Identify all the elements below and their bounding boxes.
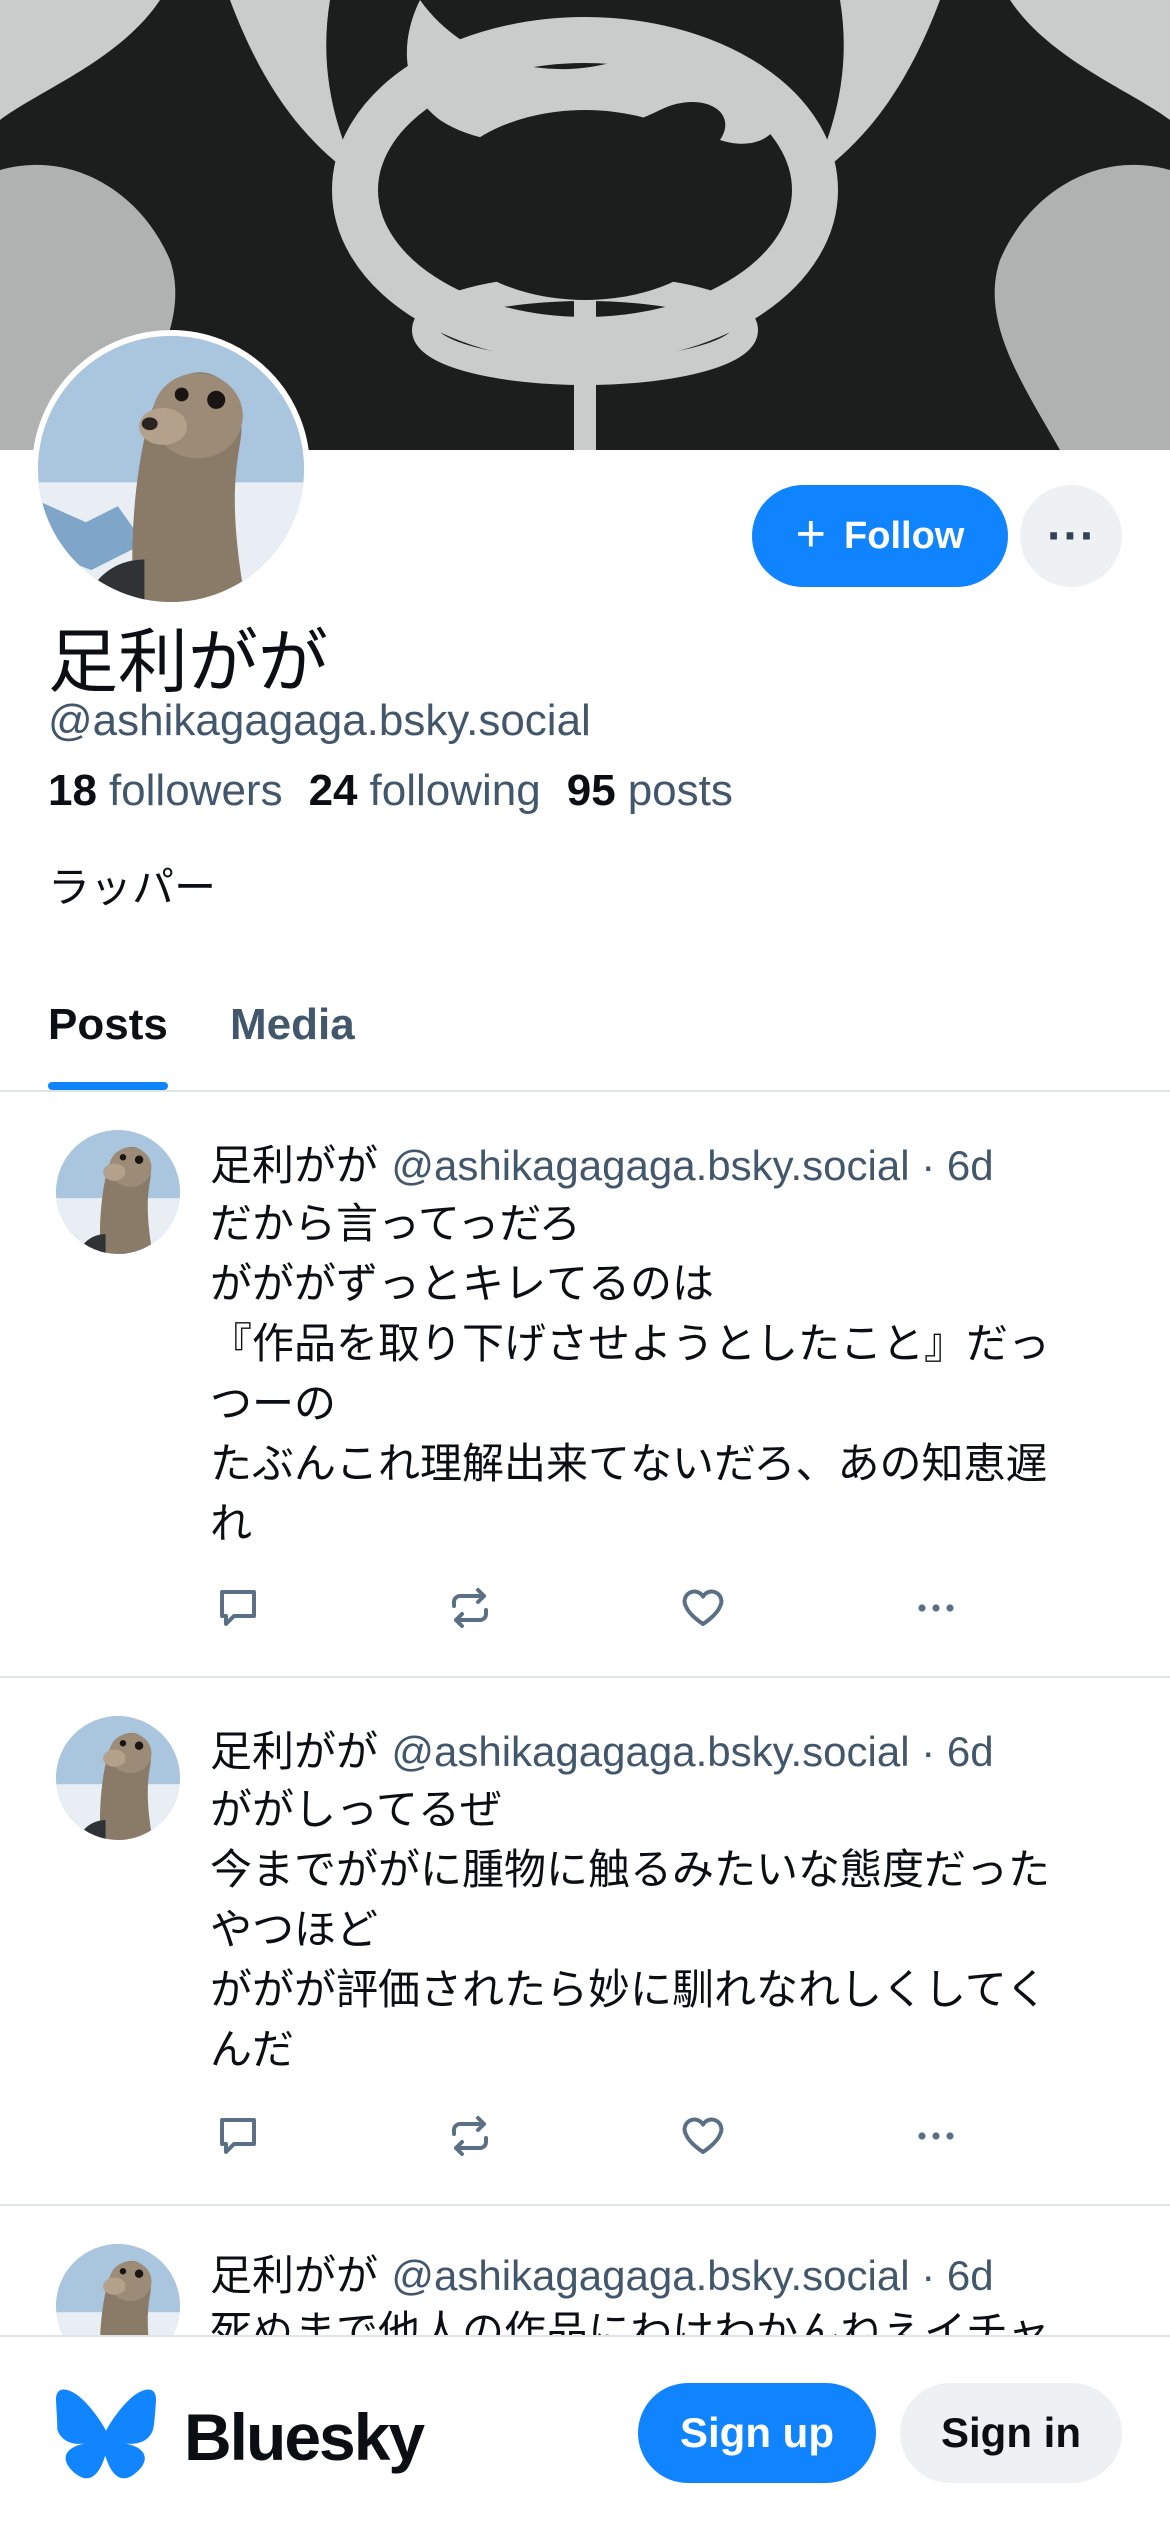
repost-icon: [452, 1588, 488, 1628]
followers-stat[interactable]: 18 followers: [48, 766, 283, 816]
post-header: 足利がが @ashikagagaga.bsky.social · 6d: [210, 1718, 994, 1779]
reply-icon: [220, 1590, 256, 1626]
profile-bio: ラッパー: [48, 863, 217, 912]
display-name: 足利がが: [48, 621, 328, 703]
feed-post[interactable]: 足利がが @ashikagagaga.bsky.social · 6d ががしっ…: [0, 1680, 1170, 2206]
post-author-name[interactable]: 足利がが: [210, 1727, 378, 1776]
like-button[interactable]: [675, 1580, 731, 1636]
tab-posts[interactable]: Posts: [48, 990, 168, 1090]
reply-button[interactable]: [210, 1580, 266, 1636]
feed-post[interactable]: 足利がが @ashikagagaga.bsky.social · 6d だから言…: [0, 1094, 1170, 1678]
follow-label: Follow: [844, 514, 965, 557]
post-author-name[interactable]: 足利がが: [210, 2251, 378, 2300]
sign-up-button[interactable]: Sign up: [638, 2383, 876, 2483]
profile-stats: 18 followers 24 following 95 posts: [48, 766, 733, 816]
following-count: 24: [308, 766, 358, 815]
active-tab-indicator: [48, 1082, 168, 1090]
repost-icon: [452, 2116, 488, 2156]
posts-label: posts: [627, 766, 733, 815]
repost-button[interactable]: [442, 2108, 498, 2164]
post-actions: [210, 1580, 1010, 1640]
plus-icon: +: [795, 505, 827, 563]
post-text: ががしってるぜ 今までががに腫物に触るみたいな態度だった やつほど ががが評価さ…: [210, 1785, 1051, 2074]
posts-stat: 95 posts: [567, 766, 733, 816]
bluesky-butterfly-icon: [56, 2389, 156, 2479]
sea-lion-avatar-image: [56, 1716, 180, 1840]
post-text: だから言ってっだろ がががずっとキレてるのは 『作品を取り下げさせようとしたこと…: [210, 1199, 1051, 1548]
repost-button[interactable]: [442, 1580, 498, 1636]
signup-footer: Bluesky Sign up Sign in: [0, 2335, 1170, 2532]
post-author-name[interactable]: 足利がが: [210, 1141, 378, 1190]
sea-lion-avatar-image: [56, 1130, 180, 1254]
post-header: 足利がが @ashikagagaga.bsky.social · 6d: [210, 2242, 994, 2303]
like-icon: [682, 2117, 724, 2154]
more-icon: [918, 1604, 954, 1612]
followers-count: 18: [48, 766, 97, 815]
following-stat[interactable]: 24 following: [309, 766, 541, 816]
profile-handle: @ashikagagaga.bsky.social: [48, 696, 591, 745]
following-label: following: [369, 766, 541, 815]
reply-icon: [220, 2118, 256, 2154]
post-more-button[interactable]: [908, 1580, 964, 1636]
post-author-handle-time: @ashikagagaga.bsky.social · 6d: [391, 1142, 994, 1189]
tab-media[interactable]: Media: [230, 990, 355, 1090]
post-author-handle-time: @ashikagagaga.bsky.social · 6d: [391, 1728, 994, 1775]
profile-tabs: Posts Media: [0, 990, 1170, 1092]
post-author-avatar[interactable]: [56, 1716, 180, 1840]
like-icon: [682, 1589, 724, 1626]
reply-button[interactable]: [210, 2108, 266, 2164]
post-header: 足利がが @ashikagagaga.bsky.social · 6d: [210, 1132, 994, 1193]
ellipsis-icon: ···: [1046, 514, 1096, 558]
post-actions: [210, 2108, 1010, 2168]
post-author-handle-time: @ashikagagaga.bsky.social · 6d: [391, 2252, 994, 2299]
posts-count: 95: [566, 766, 616, 815]
like-button[interactable]: [675, 2108, 731, 2164]
follow-button[interactable]: + Follow: [752, 485, 1008, 587]
post-author-avatar[interactable]: [56, 1130, 180, 1254]
profile-more-button[interactable]: ···: [1020, 485, 1122, 587]
sea-lion-avatar-image: [38, 336, 304, 602]
more-icon: [918, 2132, 954, 2140]
sign-in-button[interactable]: Sign in: [900, 2383, 1122, 2483]
profile-avatar[interactable]: [32, 330, 310, 608]
post-more-button[interactable]: [908, 2108, 964, 2164]
followers-label: followers: [108, 766, 283, 815]
bluesky-wordmark: Bluesky: [184, 2400, 425, 2474]
